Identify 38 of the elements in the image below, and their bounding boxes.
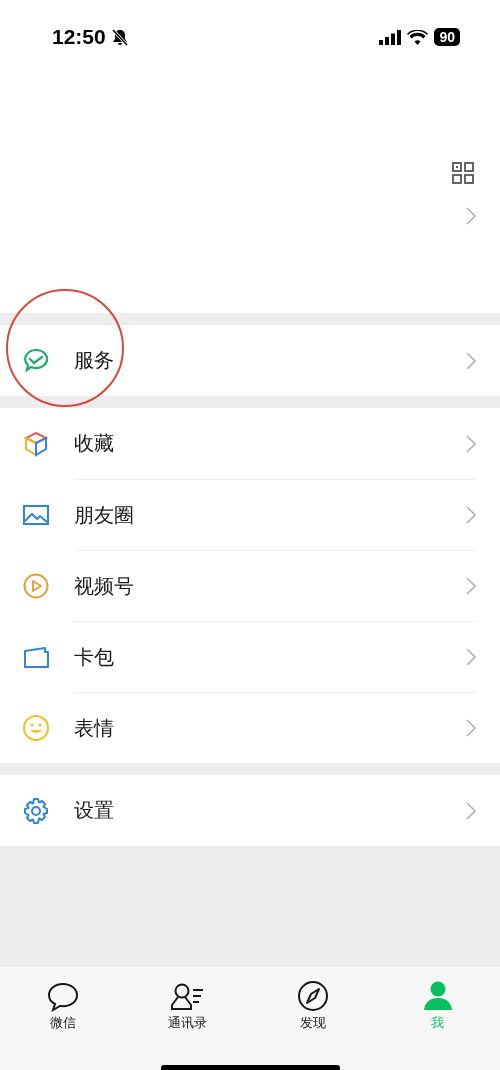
menu-item[interactable]: 设置: [0, 775, 500, 846]
wifi-icon: [407, 29, 429, 45]
menu-label: 朋友圈: [74, 501, 135, 529]
bell-muted-icon: [111, 28, 128, 46]
menu-label: 设置: [74, 797, 115, 824]
play-icon: [22, 571, 50, 600]
chat-bubble-icon: [45, 982, 80, 1012]
menu-item[interactable]: 朋友圈: [0, 479, 500, 550]
menu-label: 视频号: [74, 572, 135, 600]
smiley-icon: [22, 713, 50, 742]
settings-icon: [22, 796, 50, 825]
menu-item[interactable]: 服务: [0, 325, 500, 396]
tab[interactable]: 发现: [250, 978, 375, 1032]
menu-label: 卡包: [74, 643, 115, 671]
chevron-right-icon: [466, 207, 476, 225]
battery-level: 90: [434, 28, 460, 46]
menu-item[interactable]: 表情: [0, 692, 500, 763]
chevron-right-icon: [466, 801, 476, 820]
clock-time: 12:50: [52, 25, 106, 49]
chevron-right-icon: [466, 506, 476, 524]
compass-icon: [296, 980, 329, 1012]
cube-icon: [22, 429, 50, 458]
menu-label: 表情: [74, 714, 115, 742]
menu-item[interactable]: 收藏: [0, 408, 500, 479]
menu-label: 服务: [74, 347, 115, 374]
chevron-right-icon: [466, 351, 476, 370]
chat-check-icon: [22, 346, 50, 375]
tab[interactable]: 微信: [0, 978, 125, 1032]
chevron-right-icon: [466, 577, 476, 595]
qr-code-icon[interactable]: [452, 162, 474, 184]
chevron-right-icon: [466, 648, 476, 666]
menu-label: 收藏: [74, 430, 115, 457]
signal-icon: [379, 29, 402, 45]
chevron-right-icon: [466, 719, 476, 737]
menu-item[interactable]: 视频号: [0, 550, 500, 621]
menu-item[interactable]: 卡包: [0, 621, 500, 692]
tab[interactable]: 通讯录: [125, 978, 250, 1032]
chevron-right-icon: [466, 434, 476, 453]
